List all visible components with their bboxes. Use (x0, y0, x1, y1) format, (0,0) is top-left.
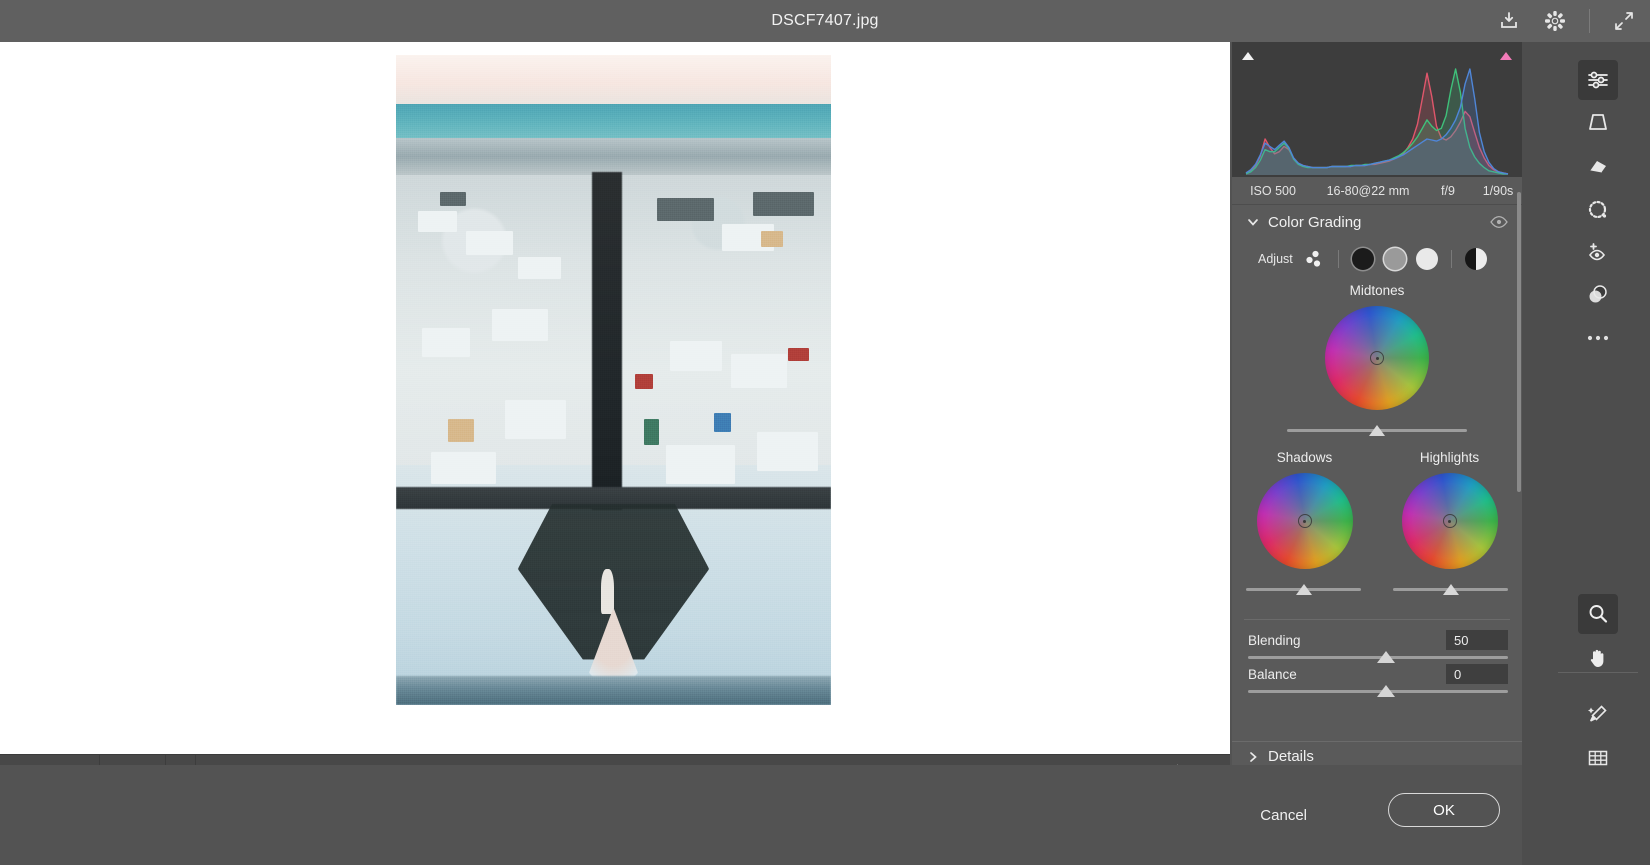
exif-metadata: ISO 500 16-80@22 mm f/9 1/90s (1232, 177, 1522, 205)
adjust-label: Adjust (1258, 252, 1293, 266)
swatch-divider-2 (1451, 250, 1452, 268)
highlights-color-wheel[interactable] (1402, 473, 1498, 569)
highlights-wheel-handle[interactable] (1443, 514, 1457, 528)
swatch-divider-1 (1338, 250, 1339, 268)
section-title: Color Grading (1268, 214, 1361, 231)
crop-perspective-icon[interactable] (1578, 102, 1618, 142)
eye-icon[interactable] (1490, 215, 1508, 229)
chevron-right-icon[interactable] (1246, 750, 1260, 764)
selection-circle-icon[interactable] (1578, 190, 1618, 230)
highlights-wheel-group: Highlights (1377, 450, 1522, 597)
fullscreen-icon[interactable] (1612, 9, 1636, 33)
grid-overlay-icon[interactable] (1578, 738, 1618, 778)
shadows-swatch[interactable] (1352, 248, 1374, 270)
highlights-swatch[interactable] (1416, 248, 1438, 270)
mask-overlay-icon[interactable] (1578, 274, 1618, 314)
exif-aperture: f/9 (1422, 184, 1474, 198)
balance-row: Balance 0 (1232, 664, 1522, 698)
adjustments-panel: ISO 500 16-80@22 mm f/9 1/90s Color Grad… (1232, 42, 1522, 765)
gear-icon[interactable] (1543, 9, 1567, 33)
midtones-wheel-group: Midtones (1232, 283, 1522, 438)
more-options-icon[interactable] (1578, 318, 1618, 358)
toolbar-divider (1589, 9, 1590, 33)
image-editor-window: DSCF7407.jpg (0, 0, 1650, 865)
midtones-wheel-handle[interactable] (1370, 351, 1384, 365)
zoom-magnifier-icon[interactable] (1578, 594, 1618, 634)
tool-divider (1558, 672, 1638, 673)
global-swatch[interactable] (1465, 248, 1487, 270)
highlights-luminance-thumb[interactable] (1443, 584, 1459, 595)
ok-button[interactable]: OK (1388, 793, 1500, 827)
export-icon[interactable] (1497, 9, 1521, 33)
exif-lens: 16-80@22 mm (1314, 184, 1422, 198)
histogram[interactable] (1232, 42, 1522, 177)
panel-scrollbar[interactable] (1517, 192, 1521, 492)
blending-label: Blending (1248, 633, 1301, 648)
histogram-curves (1232, 57, 1522, 177)
balance-label: Balance (1248, 667, 1297, 682)
section-color-grading-header[interactable]: Color Grading (1232, 205, 1522, 239)
title-bar-actions (1497, 0, 1636, 42)
section-details-header[interactable]: Details (1232, 741, 1522, 765)
adjustments-icon[interactable] (1578, 60, 1618, 100)
highlights-label: Highlights (1377, 450, 1522, 465)
midtones-luminance-thumb[interactable] (1369, 425, 1385, 436)
exif-iso: ISO 500 (1232, 184, 1314, 198)
title-bar: DSCF7407.jpg (0, 0, 1650, 42)
dialog-footer: Cancel OK (0, 765, 1522, 865)
three-way-icon[interactable] (1303, 248, 1325, 270)
blending-thumb[interactable] (1377, 651, 1395, 663)
shadows-label: Shadows (1232, 450, 1377, 465)
highlights-luminance-slider[interactable] (1393, 583, 1508, 597)
heal-eraser-icon[interactable] (1578, 146, 1618, 186)
cancel-button[interactable]: Cancel (1250, 801, 1317, 830)
midtones-swatch[interactable] (1384, 248, 1406, 270)
midtones-label: Midtones (1232, 283, 1522, 298)
tool-sidebar (1522, 42, 1650, 865)
eyedropper-wand-icon[interactable] (1578, 694, 1618, 734)
balance-thumb[interactable] (1377, 685, 1395, 697)
exif-shutter: 1/90s (1474, 184, 1522, 198)
chevron-down-icon[interactable] (1246, 215, 1260, 229)
balance-value[interactable]: 0 (1446, 664, 1508, 684)
blending-row: Blending 50 (1232, 630, 1522, 664)
canvas-area[interactable] (0, 42, 1230, 754)
shadows-wheel-group: Shadows (1232, 450, 1377, 597)
midtones-color-wheel[interactable] (1325, 306, 1429, 410)
shadows-luminance-slider[interactable] (1246, 583, 1361, 597)
shadows-highlights-row: Shadows Highlights (1232, 450, 1522, 597)
shadows-wheel-handle[interactable] (1298, 514, 1312, 528)
photo-grain (396, 55, 831, 705)
blending-value[interactable]: 50 (1446, 630, 1508, 650)
midtones-luminance-slider[interactable] (1287, 424, 1467, 438)
shadows-luminance-thumb[interactable] (1296, 584, 1312, 595)
preview-image[interactable] (396, 55, 831, 705)
photo-frame[interactable] (396, 55, 831, 705)
shadows-color-wheel[interactable] (1257, 473, 1353, 569)
page-title: DSCF7407.jpg (0, 12, 1650, 30)
panel-divider (1244, 619, 1510, 620)
adjust-mode-row: Adjust (1232, 239, 1522, 279)
details-title: Details (1268, 748, 1314, 765)
add-mask-eye-icon[interactable] (1578, 232, 1618, 272)
